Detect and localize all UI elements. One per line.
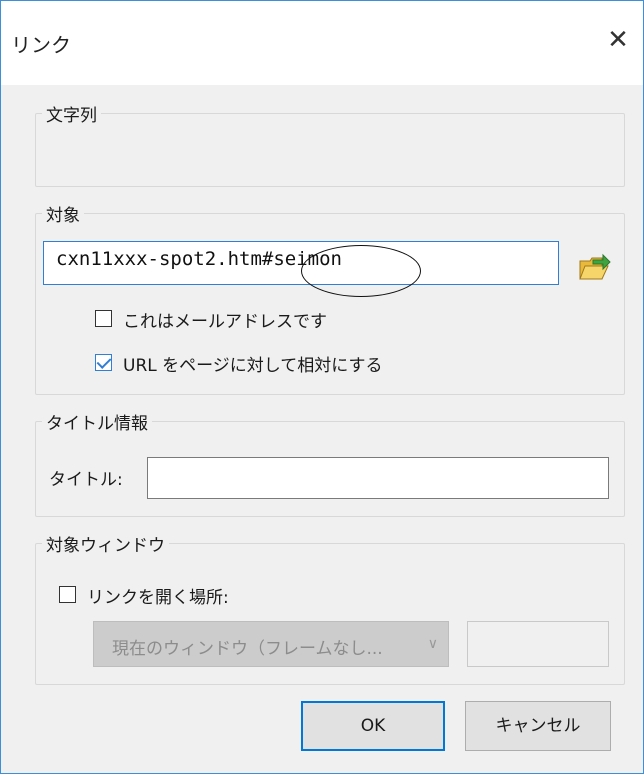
open-location-checkbox[interactable] <box>59 586 76 603</box>
link-dialog: リンク ✕ 文字列 対象 cxn11xxx-spot2.htm#seimon こ… <box>0 0 644 774</box>
title-info-legend: タイトル情報 <box>46 414 148 434</box>
folder-open-icon[interactable] <box>577 251 611 285</box>
url-input[interactable]: cxn11xxx-spot2.htm#seimon <box>43 241 559 285</box>
location-select-value: 現在のウィンドウ（フレームなし... <box>112 639 383 659</box>
text-string-legend: 文字列 <box>46 106 97 126</box>
dialog-title: リンク <box>11 33 71 57</box>
close-button[interactable]: ✕ <box>601 23 635 57</box>
url-text-part1: cxn11xxx-spot2.htm <box>56 248 262 270</box>
target-legend: 対象 <box>46 206 80 226</box>
title-input[interactable] <box>147 457 609 499</box>
location-select[interactable]: 現在のウィンドウ（フレームなし... ∨ <box>93 621 449 667</box>
open-location-label: リンクを開く場所: <box>87 588 229 608</box>
target-window-legend: 対象ウィンドウ <box>46 536 165 556</box>
relative-url-label: URL をページに対して相対にする <box>123 356 383 376</box>
title-label: タイトル: <box>49 470 123 490</box>
frame-name-field[interactable] <box>467 621 609 667</box>
cancel-button[interactable]: キャンセル <box>465 701 611 751</box>
title-bar: リンク ✕ <box>1 1 643 85</box>
relative-url-checkbox[interactable] <box>95 354 112 371</box>
email-address-checkbox[interactable] <box>95 310 112 327</box>
text-string-group: 文字列 <box>35 101 625 187</box>
chevron-down-icon: ∨ <box>427 636 438 652</box>
url-text-part2: #seimon <box>261 248 342 270</box>
ok-button[interactable]: OK <box>301 701 445 751</box>
email-address-label: これはメールアドレスです <box>123 312 327 332</box>
